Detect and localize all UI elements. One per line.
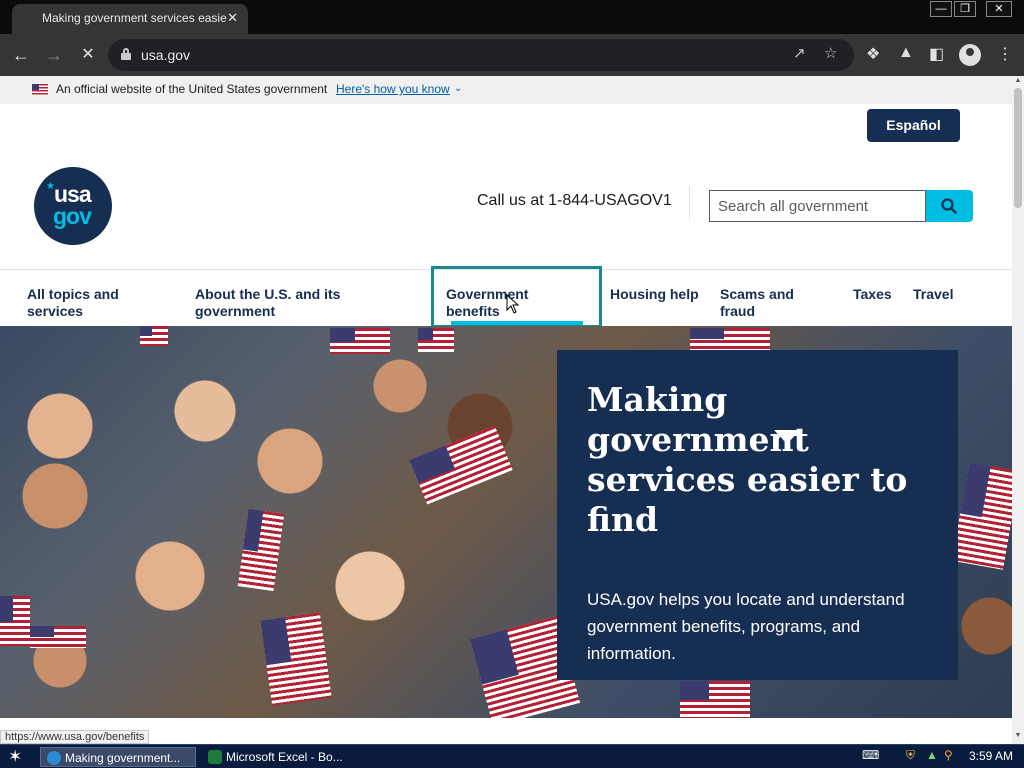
search-input[interactable] xyxy=(709,190,926,222)
official-gov-banner: An official website of the United States… xyxy=(0,76,1012,104)
window-close-button[interactable]: ✕ xyxy=(986,1,1012,17)
nav-active-underline xyxy=(451,321,583,325)
hero-card: Making government services easier to fin… xyxy=(557,350,958,680)
forward-arrow-icon[interactable]: → xyxy=(42,43,66,67)
profile-avatar[interactable] xyxy=(959,44,981,66)
heres-how-you-know-link[interactable]: Here's how you know xyxy=(336,82,450,96)
nav-item-housing-help[interactable]: Housing help xyxy=(610,286,700,303)
nav-item-all-topics[interactable]: All topics and services xyxy=(27,286,147,320)
browser-menu-icon[interactable]: ⋮ xyxy=(997,44,1013,64)
taskbar-item-label: Making government... xyxy=(65,751,181,765)
lock-icon[interactable] xyxy=(121,48,131,60)
window-restore-button[interactable]: ❐ xyxy=(954,1,976,17)
usagov-logo[interactable]: ★ usa gov xyxy=(34,167,112,245)
call-us-phone[interactable]: Call us at 1-844-USAGOV1 xyxy=(477,192,672,210)
share-icon[interactable]: ↗ xyxy=(793,44,806,62)
hero-flag-decoration xyxy=(140,326,168,346)
page-scrollbar[interactable]: ▲ ▼ xyxy=(1012,76,1024,744)
mouse-pointer-icon xyxy=(506,294,520,314)
taskbar-item-excel[interactable]: Microsoft Excel - Bo... xyxy=(202,747,362,767)
nav-item-scams-fraud[interactable]: Scams and fraud xyxy=(720,286,820,320)
us-flag-icon xyxy=(32,84,48,95)
search-tray-icon[interactable]: ⚲ xyxy=(944,748,953,762)
hero-description: USA.gov helps you locate and understand … xyxy=(587,590,905,663)
hero-flag-decoration xyxy=(237,508,285,592)
search-icon xyxy=(941,198,957,214)
taskbar: ✶ Making government... Microsoft Excel -… xyxy=(0,744,1024,768)
tab-close-icon[interactable]: ✕ xyxy=(227,10,238,26)
hero-flag-decoration xyxy=(680,681,750,718)
browser-app-icon xyxy=(47,751,61,765)
nav-item-taxes[interactable]: Taxes xyxy=(853,286,892,303)
hero-title: Making government services easier to fin… xyxy=(587,380,908,539)
link-status-url: https://www.usa.gov/benefits xyxy=(0,730,150,744)
nav-item-travel[interactable]: Travel xyxy=(913,286,953,303)
espanol-language-button[interactable]: Español xyxy=(867,109,960,142)
hero-flag-decoration xyxy=(0,596,30,646)
address-url[interactable]: usa.gov xyxy=(141,47,190,63)
hero-section: Making government services easier to fin… xyxy=(0,326,1012,718)
browser-toolbar: ← → ✕ usa.gov ↗ ☆ ❖ ▲ ◧ ⋮ xyxy=(0,34,1024,76)
header-divider xyxy=(689,186,690,220)
scroll-up-icon[interactable]: ▲ xyxy=(1012,77,1024,84)
bookmark-star-icon[interactable]: ☆ xyxy=(824,44,837,62)
page-viewport: An official website of the United States… xyxy=(0,76,1012,744)
taskbar-item-label: Microsoft Excel - Bo... xyxy=(226,750,343,764)
network-icon[interactable]: ▲ xyxy=(926,748,938,762)
browser-tab[interactable]: Making government services easier to fin… xyxy=(12,4,248,34)
taskbar-item-browser[interactable]: Making government... xyxy=(40,747,196,767)
address-bar[interactable]: usa.gov ↗ ☆ xyxy=(108,39,854,71)
hero-flag-decoration xyxy=(260,612,332,706)
hero-flag-decoration xyxy=(690,328,770,350)
start-star-icon[interactable]: ✶ xyxy=(8,747,22,767)
chevron-down-icon[interactable]: ⌄ xyxy=(454,83,462,94)
tab-title: Making government services easier to fin… xyxy=(42,11,227,25)
banner-text: An official website of the United States… xyxy=(56,82,328,96)
nav-item-about-us-government[interactable]: About the U.S. and its government xyxy=(195,286,365,320)
window-minimize-button[interactable]: — xyxy=(930,1,952,17)
labs-flask-icon[interactable]: ▲ xyxy=(898,44,914,62)
hero-flag-decoration xyxy=(951,462,1012,570)
security-shield-icon[interactable]: ⛨ xyxy=(906,748,915,763)
hero-flag-decoration xyxy=(330,328,390,354)
hero-flag-decoration xyxy=(418,328,454,352)
scrollbar-thumb[interactable] xyxy=(1014,88,1022,208)
hero-flag-decoration xyxy=(30,626,86,648)
taskbar-clock: 3:59 AM xyxy=(969,749,1014,763)
stop-loading-icon[interactable]: ✕ xyxy=(76,43,100,67)
excel-app-icon xyxy=(208,750,222,764)
keyboard-icon[interactable]: ⌨ xyxy=(862,748,879,762)
hero-flag-decoration xyxy=(409,425,513,505)
side-panel-icon[interactable]: ◧ xyxy=(929,44,944,64)
logo-text-gov: gov xyxy=(53,203,92,229)
extensions-puzzle-icon[interactable]: ❖ xyxy=(866,44,880,64)
hero-pointer-arrow xyxy=(774,430,800,444)
back-arrow-icon[interactable]: ← xyxy=(9,43,33,67)
scroll-down-icon[interactable]: ▼ xyxy=(1012,732,1024,739)
browser-titlebar: Making government services easier to fin… xyxy=(0,0,1024,34)
search-button[interactable] xyxy=(926,190,973,222)
